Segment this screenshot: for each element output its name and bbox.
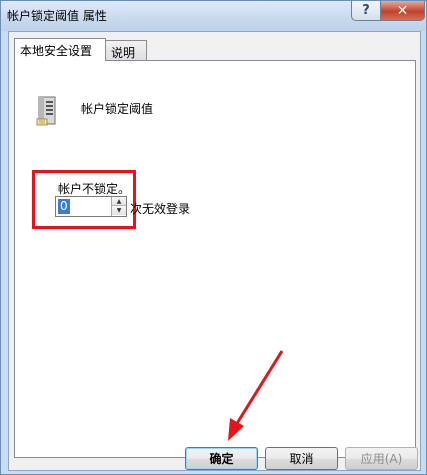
window-title: 帐户锁定阈值 属性 — [7, 9, 107, 23]
threshold-value[interactable]: 0 — [58, 199, 70, 214]
help-button[interactable]: ? — [351, 1, 381, 21]
tab-local-security-setting[interactable]: 本地安全设置 — [14, 38, 106, 61]
dialog-client-area: 本地安全设置 说明 帐户锁定阈值 帐户不锁定。 0 ▲ ▼ 次无效登录 确定 取… — [8, 31, 421, 471]
cancel-button[interactable]: 取消 — [265, 447, 338, 470]
policy-name: 帐户锁定阈值 — [81, 102, 154, 116]
spin-up-icon[interactable]: ▲ — [112, 197, 126, 206]
ok-button[interactable]: 确定 — [185, 447, 258, 470]
help-icon: ? — [362, 3, 370, 18]
close-icon: ✕ — [396, 2, 409, 19]
properties-dialog: 帐户锁定阈值 属性 ? ✕ 本地安全设置 说明 帐户锁定阈值 帐户不锁定。 0 … — [0, 0, 427, 475]
threshold-suffix: 次无效登录 — [130, 202, 191, 216]
spin-down-icon[interactable]: ▼ — [112, 206, 126, 215]
spin-buttons: ▲ ▼ — [111, 197, 126, 216]
tab-panel: 帐户锁定阈值 帐户不锁定。 0 ▲ ▼ 次无效登录 — [14, 60, 416, 458]
server-icon — [36, 96, 56, 126]
threshold-label: 帐户不锁定。 — [58, 182, 131, 196]
title-bar[interactable]: 帐户锁定阈值 属性 ? ✕ — [1, 1, 426, 31]
close-button[interactable]: ✕ — [380, 1, 425, 21]
threshold-spinbox[interactable]: 0 ▲ ▼ — [55, 196, 127, 217]
apply-button[interactable]: 应用(A) — [345, 447, 418, 470]
tab-explain[interactable]: 说明 — [105, 40, 147, 61]
